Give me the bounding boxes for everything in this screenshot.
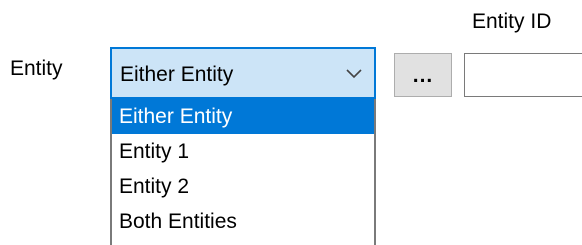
entity-dropdown-list: Either Entity Entity 1 Entity 2 Both Ent… [110,99,376,245]
entity-label: Entity [10,57,63,80]
dropdown-option-entity-2[interactable]: Entity 2 [112,169,374,204]
dropdown-option-entity-1[interactable]: Entity 1 [112,134,374,169]
entity-form: Entity ID Entity Either Entity Either En… [0,0,582,245]
entity-dropdown[interactable]: Either Entity [110,47,376,99]
entity-id-input[interactable] [464,53,582,97]
chevron-down-icon [346,69,362,79]
entity-dropdown-value: Either Entity [120,63,234,86]
entity-id-label: Entity ID [472,10,552,33]
dropdown-option-either-entity[interactable]: Either Entity [112,99,374,134]
dropdown-option-both-entities[interactable]: Both Entities [112,204,374,239]
browse-button-label: ... [412,64,434,87]
browse-button[interactable]: ... [394,53,452,97]
